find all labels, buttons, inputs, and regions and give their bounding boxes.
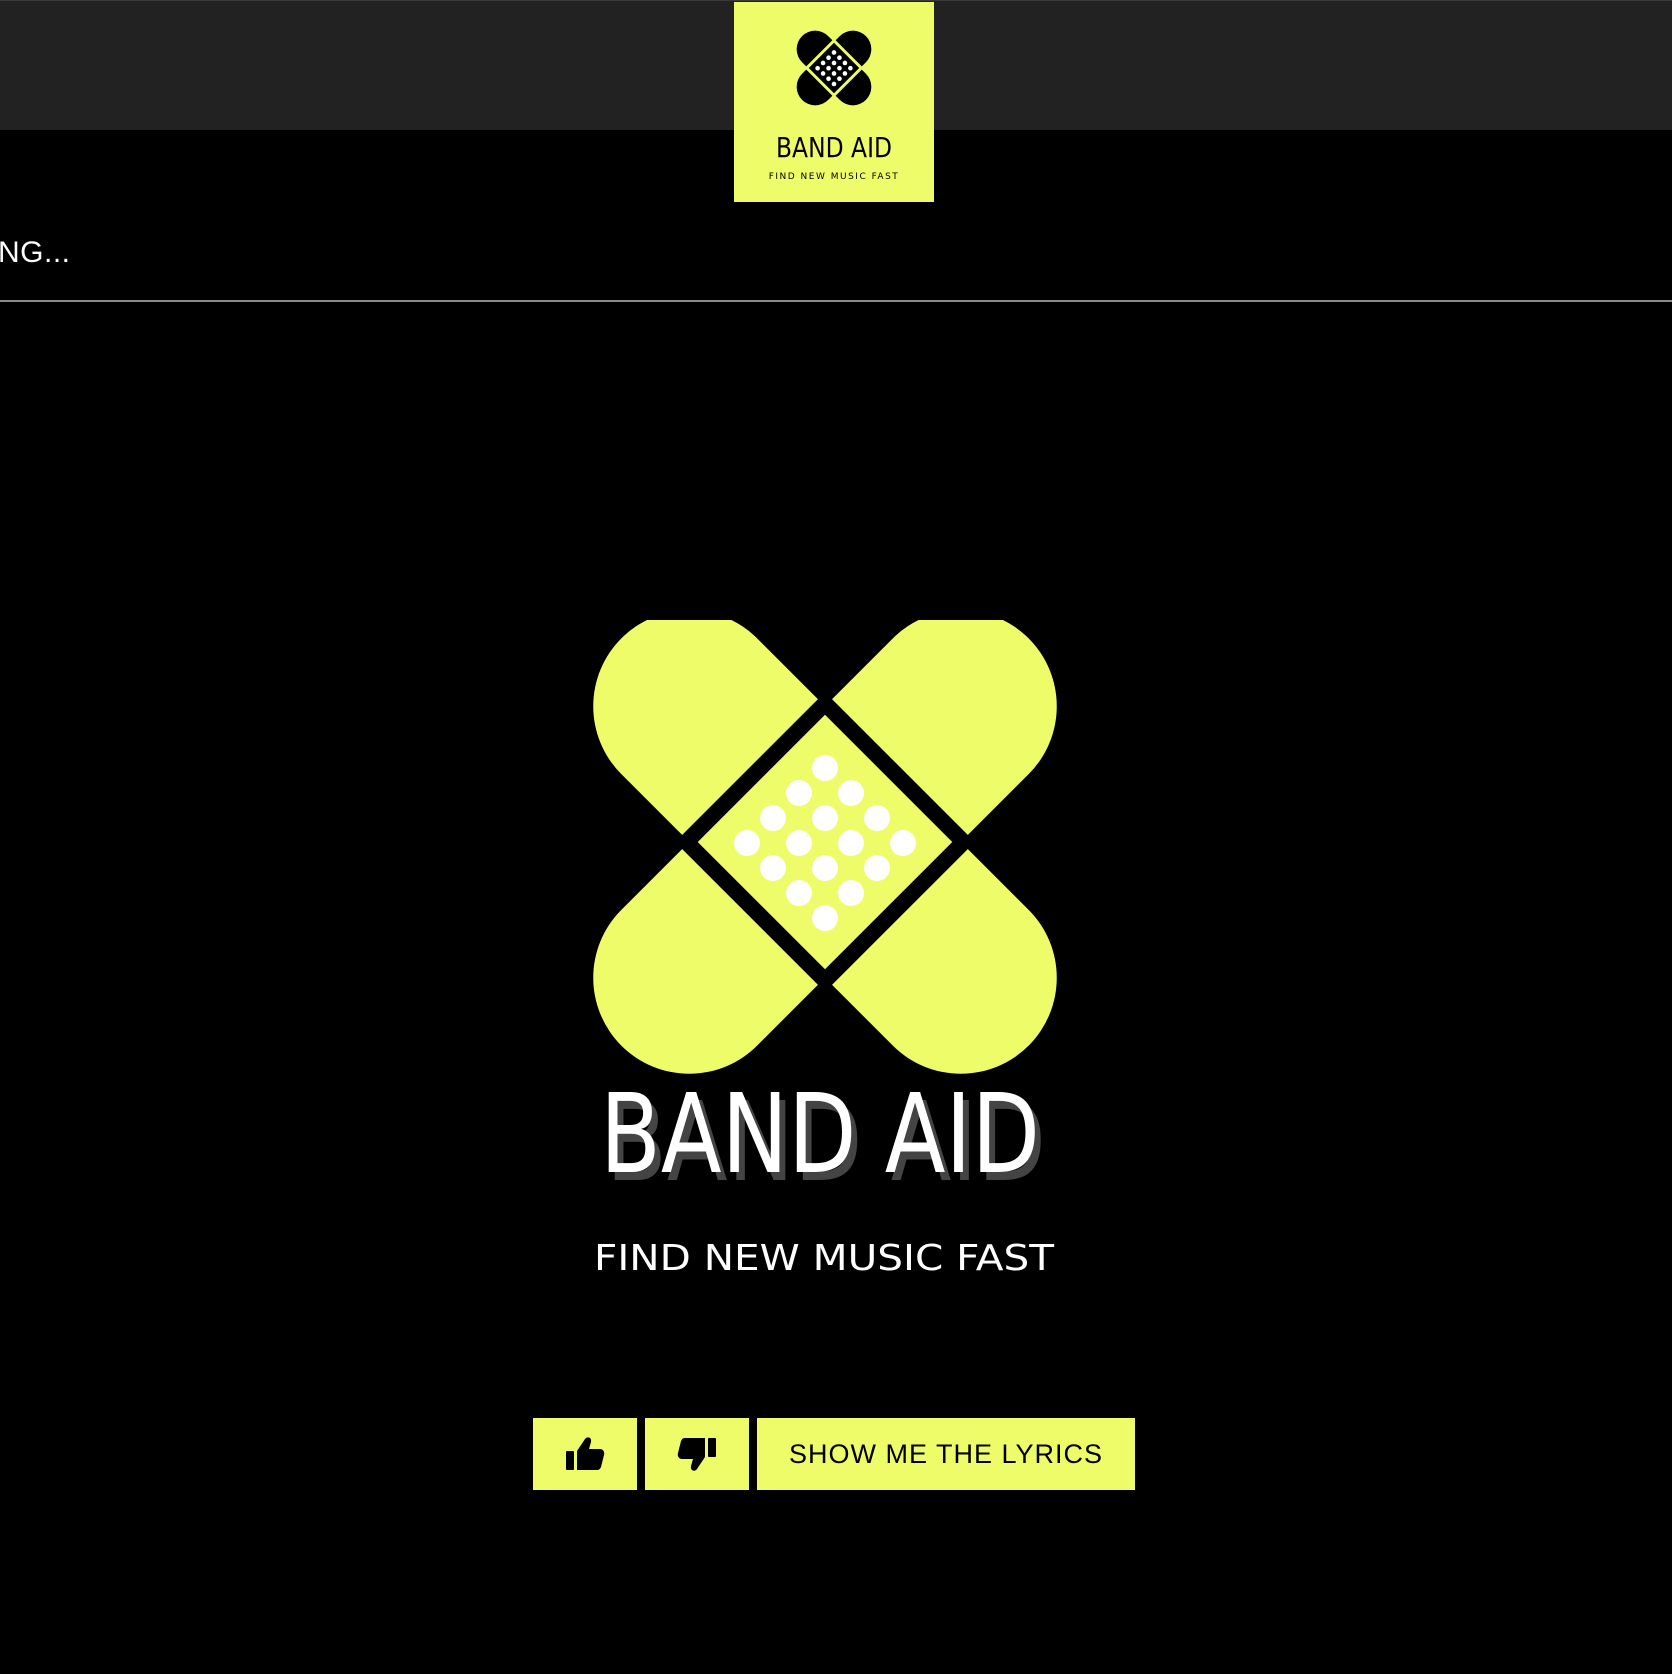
thumbs-down-icon xyxy=(677,1438,716,1471)
band-aid-logo-small: BAND AID FIND NEW MUSIC FAST xyxy=(769,30,900,182)
thumbs-up-icon xyxy=(566,1437,605,1470)
nav-logo-brand-text: BAND AID xyxy=(776,131,892,164)
hero-tagline-text: FIND NEW MUSIC FAST xyxy=(594,1238,1055,1279)
hero-brand-text: BAND AID xyxy=(600,1070,1040,1198)
header-divider xyxy=(0,300,1672,302)
song-actions: SHOW ME THE LYRICS xyxy=(533,1418,1135,1490)
show-lyrics-button[interactable]: SHOW ME THE LYRICS xyxy=(757,1418,1135,1490)
nav-logo-link[interactable]: BAND AID FIND NEW MUSIC FAST xyxy=(734,2,934,202)
now-playing-status: NG... xyxy=(0,236,71,269)
band-aid-logo-large: BAND AID BAND AID FIND NEW MUSIC FAST xyxy=(593,620,1057,1279)
page: BAND AID FIND NEW MUSIC FAST NG... BAND … xyxy=(0,0,1672,1674)
like-button[interactable] xyxy=(533,1418,637,1490)
dislike-button[interactable] xyxy=(645,1418,749,1490)
album-art-logo: BAND AID BAND AID FIND NEW MUSIC FAST xyxy=(580,620,1100,1280)
nav-logo-tagline-text: FIND NEW MUSIC FAST xyxy=(769,172,900,182)
